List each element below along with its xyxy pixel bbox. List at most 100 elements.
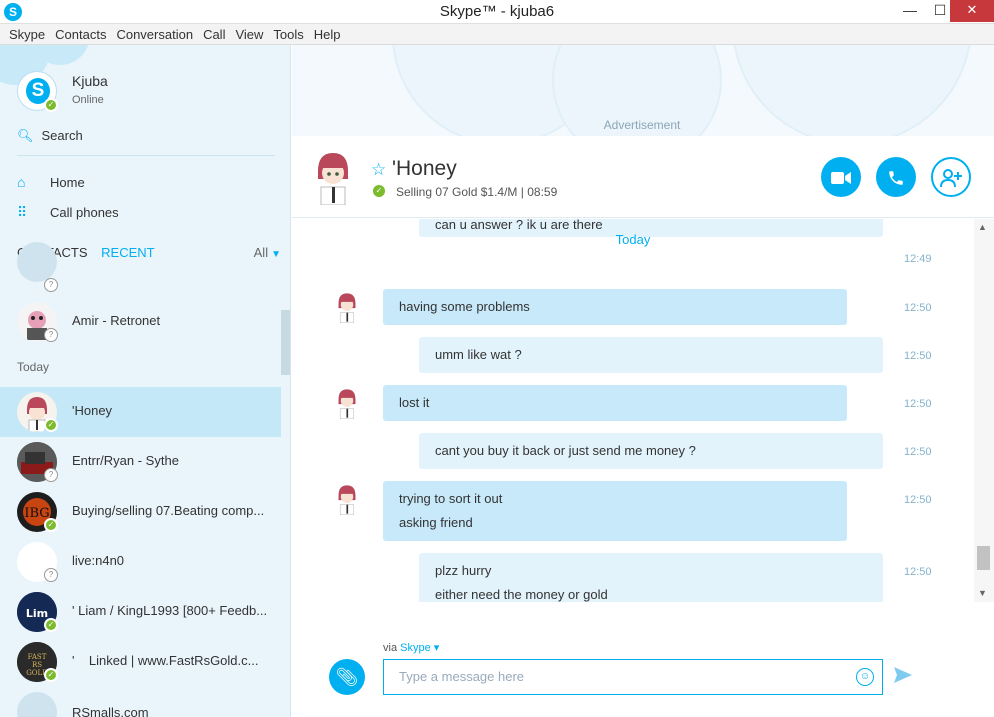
contact-item[interactable]: ? Amir - Retronet (0, 297, 281, 347)
menu-call[interactable]: Call (198, 24, 230, 42)
add-participant-button[interactable] (931, 157, 971, 197)
nav-call-phones[interactable]: ⠿ Call phones (17, 204, 119, 221)
title-bar: S Skype™ - kjuba6 — ☐ ✕ (0, 0, 994, 24)
menu-help[interactable]: Help (309, 24, 346, 42)
contact-avatar[interactable] (310, 149, 356, 206)
dialpad-icon: ⠿ (17, 204, 28, 220)
minimize-button[interactable]: — (895, 0, 925, 22)
message-bubble-outgoing: cant you buy it back or just send me mon… (419, 433, 883, 469)
contact-item[interactable]: IBG ✓ Buying/selling 07.Beating comp... (0, 487, 281, 537)
contact-name: ' Liam / KingL1993 [800+ Feedb... (72, 603, 268, 618)
compose-area: via Skype ▾ 📎︎ Type a message here ☺ (292, 603, 994, 717)
contact-name: Entrr/Ryan - Sythe (72, 453, 179, 468)
via-service-selector[interactable]: via Skype ▾ (383, 641, 439, 654)
unknown-status-icon: ? (44, 568, 58, 582)
sidebar: S ✓ Kjuba Online 🔍︎ Search ⌂ Home ⠿ Call ph… (0, 45, 291, 717)
svg-text:RS: RS (32, 661, 42, 669)
contact-item[interactable]: RSmalls.com (0, 687, 281, 717)
menu-contacts[interactable]: Contacts (50, 24, 111, 42)
message-time: 12:50 (904, 494, 932, 506)
paperclip-icon: 📎︎ (335, 667, 359, 687)
scrollbar-thumb[interactable] (977, 546, 990, 570)
search-label: Search (41, 128, 83, 143)
menu-view[interactable]: View (230, 24, 268, 42)
profile-name[interactable]: Kjuba (72, 73, 108, 89)
contact-name: 'Honey (72, 403, 113, 418)
nav-home[interactable]: ⌂ Home (17, 174, 85, 190)
local-time: 08:59 (527, 185, 558, 199)
advertisement-banner[interactable]: Advertisement (292, 45, 994, 136)
menu-tools[interactable]: Tools (268, 24, 308, 42)
chat-scrollbar[interactable]: ▲ ▼ (974, 219, 994, 602)
message-bubble-incoming: trying to sort it out asking friend (383, 481, 847, 541)
message-time: 12:50 (904, 302, 932, 314)
chevron-down-icon: ▾ (433, 642, 440, 654)
send-button[interactable] (894, 667, 912, 688)
message-time: 12:50 (904, 350, 932, 362)
scroll-down-icon[interactable]: ▼ (978, 588, 987, 598)
profile-avatar[interactable]: S ✓ (17, 71, 58, 112)
contact-item[interactable]: ? (0, 242, 281, 300)
online-status-icon: ✓ (44, 618, 58, 632)
menu-skype[interactable]: Skype (0, 24, 50, 42)
nav-home-label: Home (50, 175, 85, 190)
message-bubble-incoming: lost it (383, 385, 847, 421)
contact-item[interactable]: Lim ✓ ' Liam / KingL1993 [800+ Feedb... (0, 587, 281, 637)
filter-dropdown[interactable]: All ▼ (254, 245, 281, 260)
svg-text:Lim: Lim (26, 607, 48, 620)
contact-item[interactable]: FAST RS GOLD ✓ ' Linked | www.FastRsGold.c… (0, 637, 281, 687)
unknown-status-icon: ? (44, 278, 58, 292)
message-bubble-incoming: having some problems (383, 289, 847, 325)
contact-name: live:n4n0 (72, 553, 125, 568)
contact-name: Buying/selling 07.Beating comp... (72, 503, 265, 518)
unknown-status-icon: ? (44, 468, 58, 482)
contact-name: RSmalls.com (72, 705, 149, 717)
voice-call-button[interactable] (876, 157, 916, 197)
scroll-up-icon[interactable]: ▲ (978, 222, 987, 232)
emoticon-icon[interactable]: ☺ (856, 668, 874, 686)
message-text: lost it (399, 395, 430, 410)
tab-recent[interactable]: RECENT (101, 245, 154, 260)
message-avatar (334, 387, 360, 420)
separator: | (520, 185, 524, 199)
favorite-star-icon[interactable]: ☆ (371, 160, 386, 180)
date-separator: Today (615, 232, 651, 247)
send-icon (894, 667, 912, 683)
unknown-status-icon: ? (44, 328, 58, 342)
contact-item-selected[interactable]: ✓ 'Honey (0, 387, 281, 437)
via-service: Skype (400, 642, 431, 654)
window-title: Skype™ - kjuba6 (439, 3, 555, 20)
message-text: umm like wat ? (435, 347, 522, 362)
conversation-header: ☆ 'Honey ✓ Selling 07 Gold $1.4/M | 08:5… (292, 137, 994, 218)
message-bubble-outgoing: umm like wat ? (419, 337, 883, 373)
message-history[interactable]: can u answer ? ik u are there 12:49 Toda… (292, 219, 994, 602)
close-button[interactable]: ✕ (950, 0, 994, 22)
search-button[interactable]: 🔍︎ Search (17, 128, 83, 144)
phone-icon (889, 171, 903, 185)
contact-name: ' Linked | www.FastRsGold.c... (72, 653, 259, 668)
video-call-button[interactable] (821, 157, 861, 197)
search-icon: 🔍︎ (17, 128, 34, 143)
home-icon: ⌂ (17, 174, 26, 190)
message-placeholder: Type a message here (399, 669, 525, 684)
message-input[interactable]: Type a message here ☺ (383, 659, 883, 695)
via-label: via (383, 642, 398, 654)
menu-conversation[interactable]: Conversation (111, 24, 198, 42)
sidebar-scrollbar[interactable] (281, 310, 290, 375)
message-text: asking friend (399, 515, 473, 530)
attach-button[interactable]: 📎︎ (329, 659, 365, 695)
message-bubble-outgoing: plzz hurry either need the money or gold (419, 553, 883, 602)
message-text: trying to sort it out (399, 491, 503, 506)
contact-item[interactable]: ? live:n4n0 (0, 537, 281, 587)
contact-name: Amir - Retronet (72, 313, 161, 328)
section-today: Today (17, 360, 50, 374)
online-status-icon: ✓ (44, 98, 58, 112)
online-status-icon: ✓ (373, 185, 385, 197)
message-time: 12:50 (904, 398, 932, 410)
video-camera-icon (831, 172, 851, 185)
contact-item[interactable]: ? Entrr/Ryan - Sythe (0, 437, 281, 487)
profile-status[interactable]: Online (72, 94, 104, 106)
online-status-icon: ✓ (44, 418, 58, 432)
online-status-icon: ✓ (44, 518, 58, 532)
mood-message: Selling 07 Gold $1.4/M (396, 185, 518, 199)
